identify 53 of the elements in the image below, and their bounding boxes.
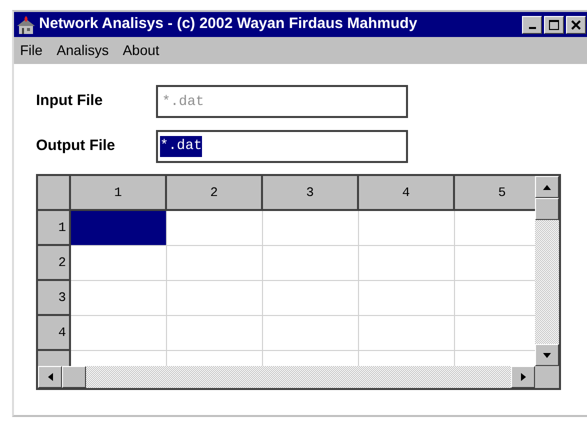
column-header[interactable]: 5 xyxy=(455,176,535,211)
scroll-left-button[interactable] xyxy=(38,366,62,388)
field-label: Input File xyxy=(36,91,104,112)
grid-cell[interactable] xyxy=(167,316,263,351)
row-header[interactable]: 3 xyxy=(38,281,71,316)
close-button[interactable] xyxy=(566,16,586,34)
grid-cell[interactable] xyxy=(359,316,455,351)
scroll-up-button[interactable] xyxy=(535,176,559,198)
grid-cell[interactable] xyxy=(263,211,359,246)
vertical-scrollbar[interactable] xyxy=(535,176,559,366)
grid-cell[interactable] xyxy=(263,316,359,351)
grid-cell[interactable] xyxy=(71,211,167,246)
grid-cell[interactable] xyxy=(359,211,455,246)
grid-cell[interactable] xyxy=(167,211,263,246)
grid-cell[interactable] xyxy=(263,281,359,316)
scroll-down-button[interactable] xyxy=(535,344,559,366)
column-header[interactable]: 2 xyxy=(167,176,263,211)
minimize-button[interactable] xyxy=(522,16,542,34)
grid-cell[interactable] xyxy=(71,246,167,281)
left-arrow-icon xyxy=(48,373,52,381)
horizontal-scrollbar[interactable] xyxy=(38,366,535,388)
column-header[interactable]: 4 xyxy=(359,176,455,211)
down-arrow-icon xyxy=(543,352,551,358)
column-header[interactable]: 3 xyxy=(263,176,359,211)
grid-cell[interactable] xyxy=(359,246,455,281)
grid-cell[interactable] xyxy=(71,316,167,351)
scroll-thumb[interactable] xyxy=(62,366,86,388)
scrollbar-corner xyxy=(535,366,559,388)
grid-cell[interactable] xyxy=(167,281,263,316)
grid-cell[interactable] xyxy=(71,281,167,316)
menu-item[interactable]: About xyxy=(122,40,160,61)
window-title: Network Analisys - (c) 2002 Wayan Firdaus Mahmudy xyxy=(39,14,418,34)
grid-cell[interactable] xyxy=(263,246,359,281)
menu-item[interactable]: File xyxy=(20,40,43,61)
close-icon xyxy=(571,20,581,30)
up-arrow-icon xyxy=(543,184,551,190)
menu-item[interactable]: Analisys xyxy=(56,40,109,61)
scroll-right-button[interactable] xyxy=(511,366,535,388)
right-arrow-icon xyxy=(520,373,526,381)
input-field[interactable]: *.dat xyxy=(156,85,408,118)
row-header[interactable]: 1 xyxy=(38,211,71,246)
house-icon xyxy=(16,14,36,34)
row-header[interactable]: 2 xyxy=(38,246,71,281)
row-header[interactable]: 4 xyxy=(38,316,71,351)
scroll-thumb[interactable] xyxy=(535,198,559,220)
grid-cell[interactable] xyxy=(359,281,455,316)
maximize-icon xyxy=(549,20,559,30)
maximize-button[interactable] xyxy=(544,16,564,34)
grid-cell[interactable] xyxy=(167,246,263,281)
column-header[interactable]: 1 xyxy=(71,176,167,211)
field-label: Output File xyxy=(36,136,116,156)
output-field[interactable]: *.dat xyxy=(156,130,408,163)
minimize-icon xyxy=(528,27,536,29)
